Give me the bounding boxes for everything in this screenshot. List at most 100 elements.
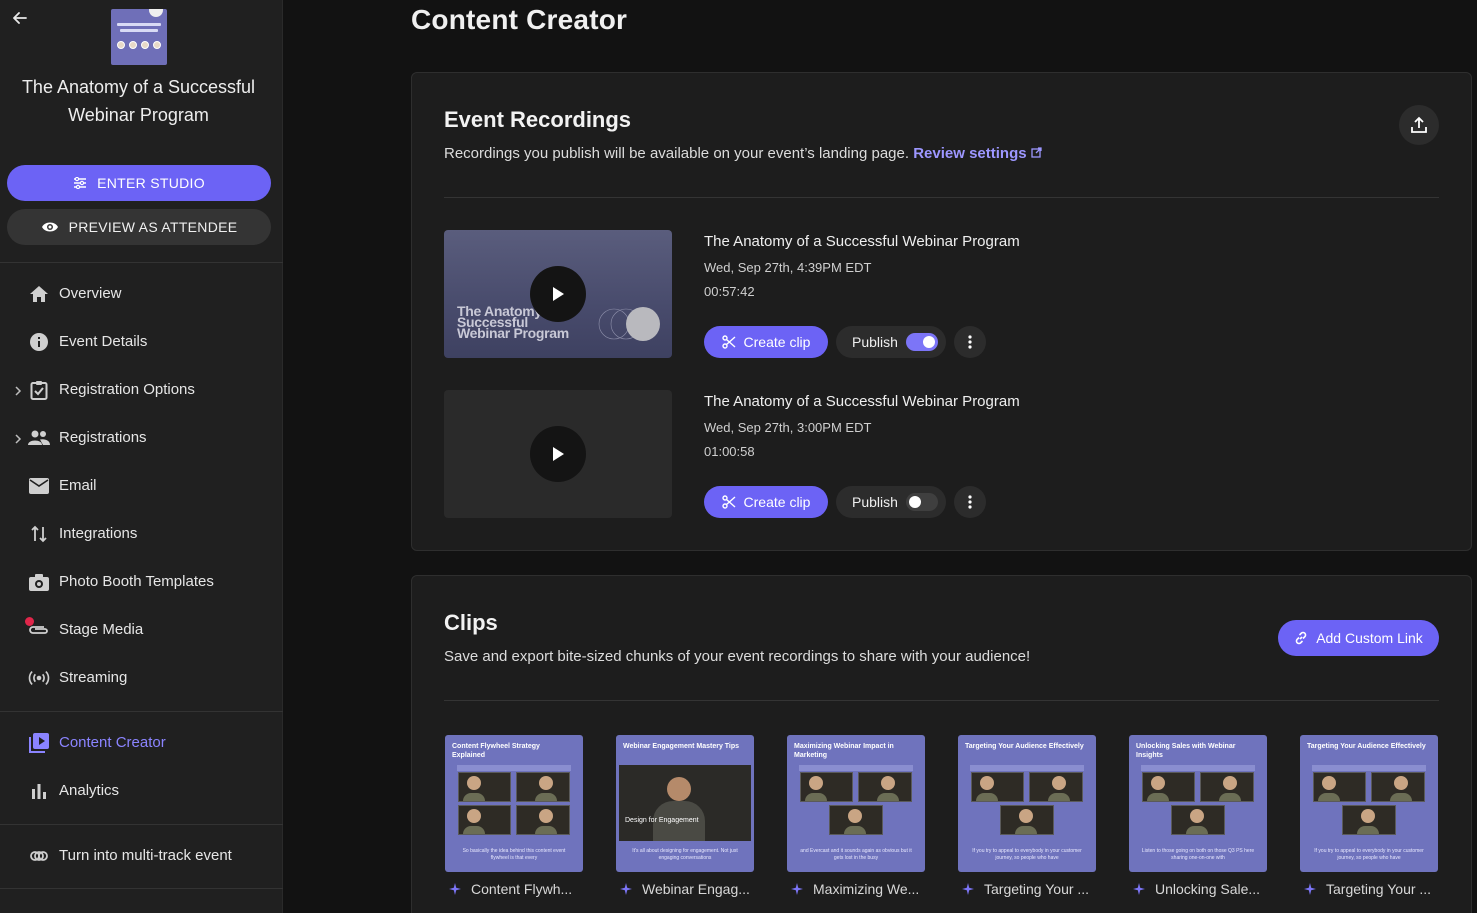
sidebar-divider xyxy=(0,888,283,889)
more-options-button[interactable] xyxy=(954,326,986,358)
sidebar-item-event-details[interactable]: Event Details xyxy=(0,322,283,362)
enter-studio-label: ENTER STUDIO xyxy=(97,175,205,191)
scissors-icon xyxy=(721,335,735,349)
sidebar-item-overview[interactable]: Overview xyxy=(0,274,283,314)
clips-divider xyxy=(444,700,1439,701)
clip-thumbnail-title: Content Flywheel Strategy Explained xyxy=(452,743,540,759)
event-title: The Anatomy of a Successful Webinar Prog… xyxy=(21,77,256,125)
more-vertical-icon xyxy=(968,495,972,509)
clip-label-text: Content Flywh... xyxy=(471,881,573,897)
sidebar-item-label: Event Details xyxy=(59,333,148,350)
sidebar-item-content-creator[interactable]: Content Creator xyxy=(0,723,283,763)
thumbnail-decoration xyxy=(598,307,660,341)
clip-label[interactable]: Targeting Your ... xyxy=(962,881,1089,897)
sidebar-item-stage-media[interactable]: Stage Media xyxy=(0,610,283,650)
create-clip-label: Create clip xyxy=(743,494,811,510)
publish-toggle[interactable] xyxy=(906,333,938,351)
scissors-icon xyxy=(721,495,735,509)
sliders-icon xyxy=(74,177,87,189)
sidebar-item-registration-options[interactable]: Registration Options xyxy=(0,370,283,410)
clips-subtitle: Save and export bite-sized chunks of you… xyxy=(444,648,1031,665)
sidebar-item-label: Registration Options xyxy=(59,381,195,398)
recording-date: Wed, Sep 27th, 3:00PM EDT xyxy=(704,420,872,435)
clip-thumbnail-title: Maximizing Webinar Impact in Marketing xyxy=(794,743,894,759)
clip-thumbnail[interactable]: Content Flywheel Strategy Explained So b… xyxy=(445,735,583,872)
sidebar-item-label: Streaming xyxy=(59,669,128,686)
clip-thumbnail[interactable]: Webinar Engagement Mastery Tips Design f… xyxy=(616,735,754,872)
create-clip-button[interactable]: Create clip xyxy=(704,486,828,518)
chevron-right-icon[interactable] xyxy=(14,432,24,444)
review-settings-link[interactable]: Review settings xyxy=(913,145,1042,162)
clip-thumbnail-title: Unlocking Sales with Webinar Insights xyxy=(1136,743,1236,759)
page-title: Content Creator xyxy=(411,4,628,35)
eye-icon xyxy=(41,222,58,232)
multi-track-button[interactable]: Turn into multi-track event xyxy=(0,836,283,876)
chevron-right-icon[interactable] xyxy=(14,384,24,396)
play-icon xyxy=(553,287,564,301)
play-icon xyxy=(553,447,564,461)
clip-label[interactable]: Unlocking Sale... xyxy=(1133,881,1260,897)
notification-dot xyxy=(25,617,34,626)
sidebar-item-label: Stage Media xyxy=(59,621,144,638)
arrows-icon xyxy=(28,524,50,544)
recordings-divider xyxy=(444,197,1439,198)
mail-icon xyxy=(28,476,50,496)
recordings-subtitle-text: Recordings you publish will be available… xyxy=(444,145,910,162)
sidebar-item-registrations[interactable]: Registrations xyxy=(0,418,283,458)
sidebar-item-label: Registrations xyxy=(59,429,147,446)
sparkle-icon xyxy=(962,883,974,895)
recording-thumbnail[interactable] xyxy=(444,390,672,518)
clips-card: Clips Save and export bite-sized chunks … xyxy=(411,575,1472,913)
clip-label-text: Webinar Engag... xyxy=(642,881,750,897)
upload-icon xyxy=(1411,116,1427,133)
more-options-button[interactable] xyxy=(954,486,986,518)
clip-label[interactable]: Targeting Your ... xyxy=(1304,881,1431,897)
sidebar-item-label: Analytics xyxy=(59,782,120,799)
upload-button[interactable] xyxy=(1399,105,1439,145)
bar-chart-icon xyxy=(28,781,50,801)
clips-title: Clips xyxy=(444,610,498,635)
clip-label[interactable]: Content Flywh... xyxy=(449,881,572,897)
publish-label: Publish xyxy=(852,494,898,510)
sidebar-divider xyxy=(0,824,283,825)
clip-label-text: Maximizing We... xyxy=(813,881,920,897)
publish-control[interactable]: Publish xyxy=(836,326,946,358)
clip-thumbnail[interactable]: Unlocking Sales with Webinar Insights Li… xyxy=(1129,735,1267,872)
play-button[interactable] xyxy=(530,426,586,482)
recordings-title: Event Recordings xyxy=(444,107,632,132)
preview-as-attendee-button[interactable]: PREVIEW AS ATTENDEE xyxy=(7,209,271,245)
clip-label[interactable]: Webinar Engag... xyxy=(620,881,750,897)
create-clip-button[interactable]: Create clip xyxy=(704,326,828,358)
sparkle-icon xyxy=(1304,883,1316,895)
publish-toggle[interactable] xyxy=(906,493,938,511)
info-icon xyxy=(28,332,50,352)
add-custom-link-button[interactable]: Add Custom Link xyxy=(1278,620,1439,656)
sparkle-icon xyxy=(620,883,632,895)
recording-thumbnail[interactable]: The Anatomy of a Successful Webinar Prog… xyxy=(444,230,672,358)
sidebar-item-integrations[interactable]: Integrations xyxy=(0,514,283,554)
camera-icon xyxy=(28,572,50,592)
clip-label[interactable]: Maximizing We... xyxy=(791,881,919,897)
sidebar-item-email[interactable]: Email xyxy=(0,466,283,506)
back-arrow-icon[interactable] xyxy=(10,8,30,28)
multi-track-label: Turn into multi-track event xyxy=(59,847,232,864)
clip-label-text: Targeting Your ... xyxy=(1326,881,1432,897)
sidebar-item-photo-booth-templates[interactable]: Photo Booth Templates xyxy=(0,562,283,602)
clip-thumbnail-caption: and Evercast and it sounds again as obvi… xyxy=(800,848,912,861)
clip-thumbnail-title: Targeting Your Audience Effectively xyxy=(1307,743,1426,750)
publish-label: Publish xyxy=(852,334,898,350)
enter-studio-button[interactable]: ENTER STUDIO xyxy=(7,165,271,201)
clip-thumbnail[interactable]: Targeting Your Audience Effectively If y… xyxy=(1300,735,1438,872)
app-root: The Anatomy of a Successful Webinar Prog… xyxy=(0,0,1477,913)
preview-as-attendee-label: PREVIEW AS ATTENDEE xyxy=(68,219,238,235)
clip-label-text: Targeting Your ... xyxy=(984,881,1090,897)
clip-thumbnail[interactable]: Maximizing Webinar Impact in Marketing a… xyxy=(787,735,925,872)
play-button[interactable] xyxy=(530,266,586,322)
clip-thumbnail[interactable]: Targeting Your Audience Effectively If y… xyxy=(958,735,1096,872)
recording-duration: 00:57:42 xyxy=(704,284,755,299)
sidebar-item-streaming[interactable]: Streaming xyxy=(0,658,283,698)
multi-track-icon xyxy=(28,846,50,866)
publish-control[interactable]: Publish xyxy=(836,486,946,518)
sidebar-item-analytics[interactable]: Analytics xyxy=(0,771,283,811)
home-icon xyxy=(28,284,50,304)
